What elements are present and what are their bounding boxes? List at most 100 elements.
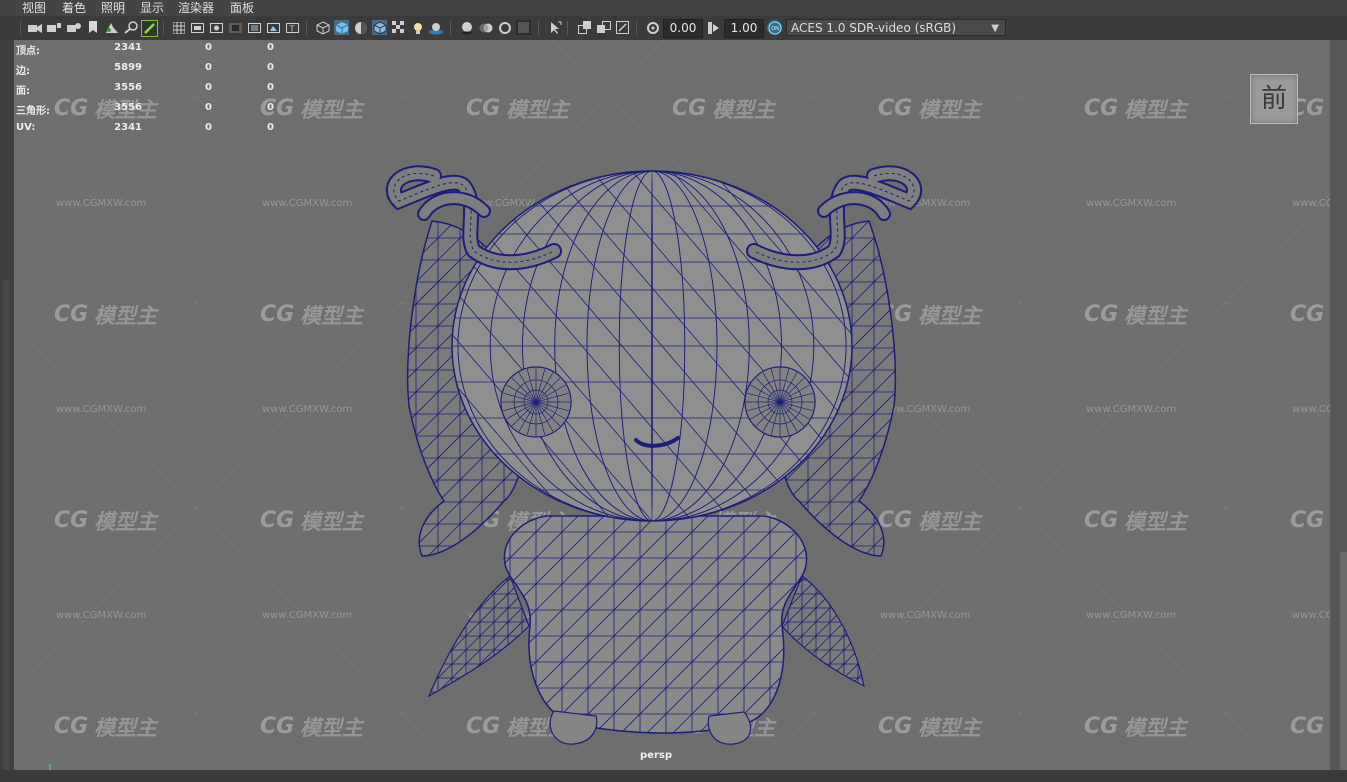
svg-text:CG: CG [466,96,500,120]
camera-bookmark-icon[interactable] [66,20,81,35]
exposure-field[interactable]: 0.00 [663,19,703,38]
isolate-select-icon[interactable] [547,20,562,35]
hud-stat-total: 5899 [114,62,142,73]
hud-stat-total: 2341 [114,42,142,53]
svg-text:CG: CG [1290,302,1324,326]
shadows-icon[interactable] [429,20,444,35]
menu-panels[interactable]: 面板 [230,0,254,16]
left-panel-edge [0,40,14,782]
hud-stat-triangles-selected: 0 [267,122,274,133]
menu-shading[interactable]: 着色 [62,0,86,16]
hud-stat-row: 三角形: 3556 0 0 [16,102,286,122]
toolbar-separator [20,21,21,35]
watermark-logo: CG模型主 [1084,506,1192,534]
svg-text:CG: CG [54,714,88,738]
hud-stat-total: 3556 [114,102,142,113]
watermark-logo: CG模型主 [878,94,986,122]
2d-pan-zoom-icon[interactable] [123,20,138,35]
svg-text:CG: CG [260,714,294,738]
depth-of-field-icon[interactable] [516,20,531,35]
grid-icon[interactable] [171,20,186,35]
wireframe-icon[interactable] [315,20,330,35]
default-material-icon[interactable] [353,20,368,35]
watermark-brand: 模型主 [712,98,775,122]
safe-title-icon[interactable]: T [285,20,300,35]
camera-name-label: persp [640,750,672,761]
image-plane-icon[interactable] [104,20,119,35]
grease-pencil-icon[interactable] [141,20,158,37]
film-gate-icon[interactable] [190,20,205,35]
fin-mesh-edge [830,576,864,686]
watermark-url: www.CGMXW.com [56,404,147,415]
svg-text:CG: CG [672,96,706,120]
svg-text:CG: CG [260,508,294,532]
textured-icon[interactable] [391,20,406,35]
watermark-brand: 模型主 [94,510,157,534]
svg-text:CG: CG [1084,714,1118,738]
watermark-logo: CG模型主 [54,506,162,534]
hud-stat-label: UV: [16,122,36,133]
xray-joints-icon[interactable] [596,20,611,35]
watermark-logo: CG模型主 [1084,300,1192,328]
use-lights-icon[interactable] [410,20,425,35]
smooth-shade-icon[interactable] [334,20,349,35]
hud-stat-row: 面: 3556 0 0 [16,82,286,102]
screen-ao-icon[interactable] [459,20,474,35]
bookmark-icon[interactable] [85,20,100,35]
watermark-logo: CG模型主 [1290,300,1330,327]
menu-renderer[interactable]: 渲染器 [178,0,214,16]
hud-stat-selected: 0 [205,82,212,93]
wing-mesh-edge [314,216,394,566]
colorspace-dropdown[interactable]: ACES 1.0 SDR-video (sRGB) ▼ [786,19,1006,36]
menu-lighting[interactable]: 照明 [101,0,125,16]
hud-stat-triangles-selected: 0 [267,102,274,113]
view-cube[interactable]: 前 [1250,74,1298,124]
menu-bar: 视图 着色 照明 显示 渲染器 面板 [0,0,1347,16]
resolution-gate-icon[interactable] [209,20,224,35]
watermark-brand: 模型主 [1124,304,1187,328]
camera-attributes-icon[interactable] [46,20,61,35]
hud-stat-row: 顶点: 2341 0 0 [16,42,286,62]
gamma-icon[interactable] [706,20,721,35]
gamma-field[interactable]: 1.00 [724,19,764,38]
camera-select-icon[interactable] [27,20,42,35]
view-cube-face-label: 前 [1260,84,1287,114]
watermark-brand: 模型主 [918,98,981,122]
watermark-logo: CG模型主 [1084,712,1192,740]
watermark-brand: 模型主 [94,716,157,740]
svg-text:CG: CG [1084,302,1118,326]
xray-icon[interactable] [577,20,592,35]
gate-mask-icon[interactable] [228,20,243,35]
left-edge-handle[interactable] [3,280,9,780]
menu-view[interactable]: 视图 [22,0,46,16]
watermark-brand: 模型主 [1124,716,1187,740]
wireframe-character-model[interactable] [314,156,974,756]
hud-stat-total: 3556 [114,82,142,93]
motion-blur-icon[interactable] [478,20,493,35]
watermark-brand: 模型主 [1124,510,1187,534]
watermark-url: www.CGMXW.com [1086,404,1177,415]
field-chart-icon[interactable] [247,20,262,35]
cg-logo-icon: CG [1290,302,1324,327]
viewport-toolbar: T 0.00 1.00 ON ACES 1.0 SDR-video (sRGB)… [0,16,1347,41]
exposure-icon[interactable] [645,20,660,35]
safe-action-icon[interactable] [266,20,281,35]
wireframe-on-shaded-icon[interactable] [372,20,387,35]
3d-viewport[interactable]: CG 模型主 www.CGMXW.com CG 模型主 www.CGMXW.com CG 模型… [14,40,1330,770]
watermark-brand: 模型主 [300,98,363,122]
svg-text:CG: CG [1084,96,1118,120]
fin-mesh-edge [844,576,864,686]
xray-components-icon[interactable] [615,20,630,35]
watermark-url: www.CGMXW.com [1086,610,1177,621]
watermark-logo: CG模型主 [1290,506,1330,533]
hud-stat-triangles-selected: 0 [267,42,274,53]
menu-show[interactable]: 显示 [140,0,164,16]
watermark-diagonal [14,40,47,73]
hud-stat-label: 面: [16,86,30,97]
fin-mesh-edge [429,576,439,696]
right-scroll-handle[interactable] [1340,552,1347,782]
anti-alias-icon[interactable] [497,20,512,35]
color-management-icon[interactable]: ON [767,20,782,35]
watermark-brand: 模型主 [506,98,569,122]
svg-text:CG: CG [878,96,912,120]
